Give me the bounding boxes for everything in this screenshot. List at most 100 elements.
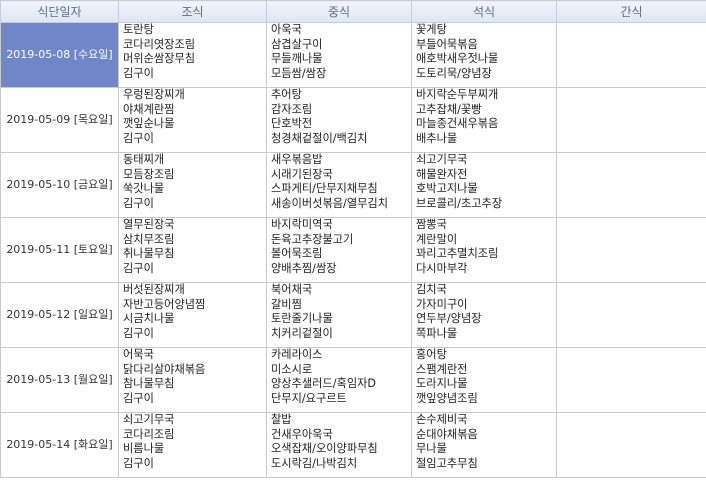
menu-item: 참나물무침: [123, 377, 175, 390]
breakfast-cell[interactable]: 토란탕 코다리엿장조림 머위순쌈장무침 김구이: [118, 22, 267, 88]
menu-item: 호박고지나물: [416, 182, 478, 195]
dinner-cell[interactable]: 꽃게탕 부들어묵볶음 애호박새우젓나물 도토리묵/양념장: [411, 22, 557, 88]
menu-item: 청경채겉절이/백김치: [271, 131, 368, 145]
menu-item: 코다리조림: [123, 427, 175, 441]
breakfast-cell[interactable]: 열무된장국 삼치무조림 취나물무침 김구이: [118, 217, 267, 283]
menu-item: 치커리겉절이: [271, 326, 333, 340]
menu-item: 버섯된장찌개: [123, 283, 185, 297]
menu-item: 꽈리고추멸치조림: [416, 247, 499, 260]
menu-item: 단무지/요구르트: [271, 391, 347, 405]
menu-item: 김구이: [123, 261, 154, 275]
menu-item: 우렁된장찌개: [123, 88, 185, 102]
meal-row[interactable]: 2019-05-09 [목요일] 우렁된장찌개 야채계란찜 깻잎순나물 김구이 추어탕 감자…: [0, 87, 706, 153]
menu-item: 가자미구이: [416, 297, 468, 311]
menu-item: 돈육고추장불고기: [271, 232, 354, 246]
menu-item: 애호박새우젓나물: [416, 52, 499, 65]
snack-cell[interactable]: [556, 347, 706, 413]
date-cell[interactable]: 2019-05-13 [월요일]: [0, 347, 119, 413]
breakfast-cell[interactable]: 동태찌개 모듬장조림 쑥갓나물 김구이: [118, 152, 267, 218]
header-dinner[interactable]: 석식: [411, 0, 557, 23]
menu-item: 배추나물: [416, 131, 458, 145]
menu-item: 깻잎순나물: [123, 117, 175, 130]
lunch-cell[interactable]: 추어탕 감자조림 단호박전 청경채겉절이/백김치: [266, 87, 412, 153]
menu-item: 바지락순두부찌개: [416, 88, 499, 102]
menu-item: 쇠고기무국: [416, 153, 468, 167]
snack-cell[interactable]: [556, 282, 706, 348]
lunch-cell[interactable]: 바지락미역국 돈육고추장불고기 볼어묵조림 양배추찜/쌈장: [266, 217, 412, 283]
header-snack[interactable]: 간식: [556, 0, 706, 23]
menu-item: 토란탕: [123, 23, 154, 37]
header-lunch[interactable]: 중식: [266, 0, 412, 23]
menu-item: 스팸계란전: [416, 362, 468, 376]
breakfast-cell[interactable]: 버섯된장찌개 자반고등어양념찜 시금치나물 김구이: [118, 282, 267, 348]
menu-item: 김구이: [123, 66, 154, 80]
menu-item: 무나물: [416, 442, 447, 455]
dinner-cell[interactable]: 손수제비국 순대야채볶음 무나물 절임고추무침: [411, 412, 557, 478]
date-cell[interactable]: 2019-05-10 [금요일]: [0, 152, 119, 218]
menu-item: 부들어묵볶음: [416, 37, 478, 51]
menu-item: 자반고등어양념찜: [123, 297, 206, 311]
menu-item: 취나물무침: [123, 247, 175, 260]
breakfast-cell[interactable]: 어묵국 닭다리살야채볶음 참나물무침 김구이: [118, 347, 267, 413]
menu-item: 스파게티/단무지채무침: [271, 182, 378, 195]
header-row: 식단일자 조식 중식 석식 간식: [0, 0, 706, 23]
menu-item: 무들깨나물: [271, 52, 323, 65]
menu-item: 머위순쌈장무침: [123, 52, 196, 65]
menu-item: 손수제비국: [416, 413, 468, 427]
snack-cell[interactable]: [556, 152, 706, 218]
menu-item: 연두부/양념장: [416, 312, 482, 325]
menu-item: 쑥갓나물: [123, 182, 165, 195]
date-cell[interactable]: 2019-05-12 [일요일]: [0, 282, 119, 348]
menu-item: 갈비찜: [271, 297, 302, 311]
lunch-cell[interactable]: 카레라이스 미소시로 양상추샐러드/혹임자D 단무지/요구르트: [266, 347, 412, 413]
header-breakfast[interactable]: 조식: [118, 0, 267, 23]
menu-item: 김구이: [123, 391, 154, 405]
breakfast-cell[interactable]: 쇠고기무국 코다리조림 비름나물 김구이: [118, 412, 267, 478]
menu-item: 양상추샐러드/혹임자D: [271, 377, 377, 390]
dinner-cell[interactable]: 짬뽕국 계란말이 꽈리고추멸치조림 다시마부각: [411, 217, 557, 283]
menu-item: 모듬장조림: [123, 167, 175, 181]
menu-item: 건새우아욱국: [271, 427, 333, 441]
meal-table: 식단일자 조식 중식 석식 간식 2019-05-08 [수요일] 토란탕 코다리엿…: [0, 0, 706, 478]
menu-item: 모듬쌈/쌈장: [271, 66, 327, 80]
snack-cell[interactable]: [556, 412, 706, 478]
menu-item: 다시마부각: [416, 261, 468, 275]
header-date[interactable]: 식단일자: [0, 0, 119, 23]
date-cell[interactable]: 2019-05-09 [목요일]: [0, 87, 119, 153]
dinner-cell[interactable]: 홍어탕 스팸계란전 도라지나물 깻잎양념조림: [411, 347, 557, 413]
lunch-cell[interactable]: 새우볶음밥 시래기된장국 스파게티/단무지채무침 새송이버섯볶음/열무김치: [266, 152, 412, 218]
date-cell[interactable]: 2019-05-11 [토요일]: [0, 217, 119, 283]
menu-item: 닭다리살야채볶음: [123, 362, 206, 376]
menu-item: 쇠고기무국: [123, 413, 175, 427]
menu-item: 깻잎양념조림: [416, 391, 478, 405]
menu-item: 김구이: [123, 456, 154, 470]
meal-row[interactable]: 2019-05-14 [화요일] 쇠고기무국 코다리조림 비름나물 김구이 찰밥 건새우아욱…: [0, 412, 706, 478]
snack-cell[interactable]: [556, 22, 706, 88]
menu-item: 야채계란찜: [123, 102, 175, 116]
lunch-cell[interactable]: 북어채국 갈비찜 토란줄기나물 치커리겉절이: [266, 282, 412, 348]
menu-item: 미소시로: [271, 362, 313, 376]
meal-row[interactable]: 2019-05-10 [금요일] 동태찌개 모듬장조림 쑥갓나물 김구이 새우볶음밥 시래기…: [0, 152, 706, 218]
menu-item: 마늘종건새우볶음: [416, 117, 499, 130]
date-cell[interactable]: 2019-05-14 [화요일]: [0, 412, 119, 478]
menu-item: 양배추찜/쌈장: [271, 261, 337, 275]
menu-item: 북어채국: [271, 283, 313, 297]
menu-item: 김구이: [123, 326, 154, 340]
lunch-cell[interactable]: 찰밥 건새우아욱국 오색잡채/오이양파무침 도시락김/나박김치: [266, 412, 412, 478]
dinner-cell[interactable]: 바지락순두부찌개 고추잡채/꽃빵 마늘종건새우볶음 배추나물: [411, 87, 557, 153]
snack-cell[interactable]: [556, 87, 706, 153]
meal-row[interactable]: 2019-05-13 [월요일] 어묵국 닭다리살야채볶음 참나물무침 김구이 카레라이스…: [0, 347, 706, 413]
date-cell[interactable]: 2019-05-08 [수요일]: [0, 22, 119, 88]
menu-item: 아욱국: [271, 23, 302, 37]
dinner-cell[interactable]: 쇠고기무국 해물완자전 호박고지나물 브로콜리/초고추장: [411, 152, 557, 218]
menu-item: 고추잡채/꽃빵: [416, 102, 482, 116]
dinner-cell[interactable]: 김치국 가자미구이 연두부/양념장 쪽파나물: [411, 282, 557, 348]
meal-row[interactable]: 2019-05-08 [수요일] 토란탕 코다리엿장조림 머위순쌈장무침 김구이 아욱국 삼…: [0, 22, 706, 88]
breakfast-cell[interactable]: 우렁된장찌개 야채계란찜 깻잎순나물 김구이: [118, 87, 267, 153]
meal-row[interactable]: 2019-05-12 [일요일] 버섯된장찌개 자반고등어양념찜 시금치나물 김구이 북어…: [0, 282, 706, 348]
snack-cell[interactable]: [556, 217, 706, 283]
menu-item: 카레라이스: [271, 348, 323, 362]
menu-item: 홍어탕: [416, 348, 447, 362]
meal-row[interactable]: 2019-05-11 [토요일] 열무된장국 삼치무조림 취나물무침 김구이 바지락미역국…: [0, 217, 706, 283]
lunch-cell[interactable]: 아욱국 삼겹살구이 무들깨나물 모듬쌈/쌈장: [266, 22, 412, 88]
